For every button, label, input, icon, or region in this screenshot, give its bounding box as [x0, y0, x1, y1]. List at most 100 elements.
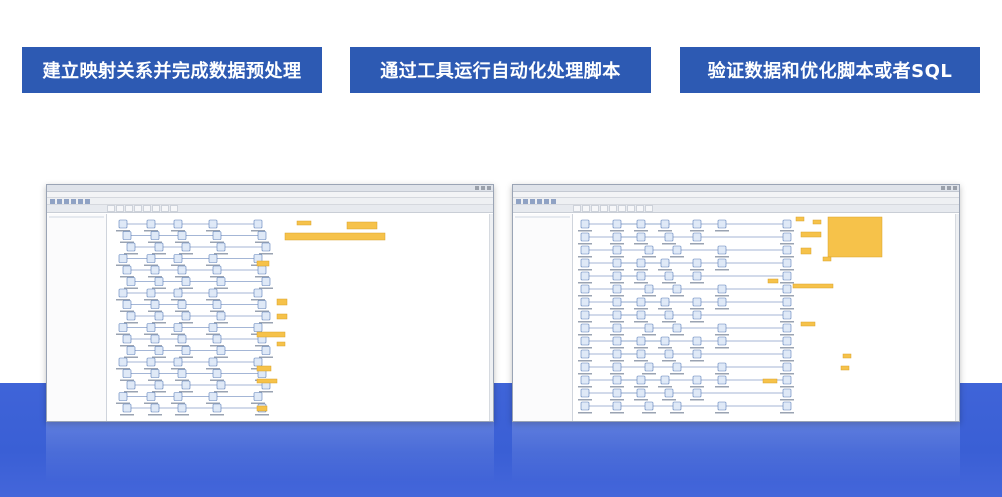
transform-step-icon — [181, 277, 191, 286]
step-caption — [662, 360, 676, 362]
transform-step-icon — [177, 300, 187, 309]
transform-step-icon — [717, 297, 727, 307]
step-caption — [642, 373, 656, 375]
annotation-note — [276, 341, 286, 347]
toolbar — [513, 198, 959, 205]
step-caption — [642, 334, 656, 336]
step-caption — [634, 243, 648, 245]
step-caption — [662, 321, 676, 323]
transform-step-icon — [253, 219, 263, 229]
step-caption — [780, 386, 794, 388]
step-caption — [780, 256, 794, 258]
transform-step-icon — [177, 403, 187, 413]
transform-step-icon — [150, 265, 160, 275]
transform-step-icon — [122, 300, 132, 309]
step-caption — [690, 230, 704, 232]
transform-step-icon — [253, 288, 263, 298]
transform-step-icon — [154, 380, 164, 390]
step-caption — [578, 399, 592, 401]
transform-step-icon — [692, 219, 702, 229]
transform-step-icon — [208, 357, 218, 367]
transform-step-icon — [782, 310, 792, 320]
step-caption — [715, 269, 729, 271]
transform-step-icon — [216, 242, 226, 252]
annotation-note — [346, 221, 378, 230]
step-caption — [662, 282, 676, 284]
annotation-note — [827, 216, 883, 258]
transform-step-icon — [692, 388, 702, 398]
transform-step-icon — [636, 258, 646, 268]
step-caption — [780, 282, 794, 284]
transform-step-icon — [580, 271, 590, 281]
step-caption — [780, 360, 794, 362]
transform-step-icon — [208, 254, 218, 263]
transform-step-icon — [580, 284, 590, 294]
transform-step-icon — [146, 254, 156, 263]
transform-step-icon — [660, 219, 670, 229]
annotation-note — [276, 313, 288, 320]
step-caption — [634, 282, 648, 284]
step-caption — [610, 360, 624, 362]
transform-step-icon — [122, 231, 132, 240]
transform-step-icon — [253, 323, 263, 332]
transform-step-icon — [253, 392, 263, 401]
transform-step-icon — [150, 231, 160, 240]
step-caption — [670, 295, 684, 297]
transform-step-icon — [612, 232, 622, 242]
transform-step-icon — [208, 219, 218, 229]
transform-step-icon — [118, 323, 128, 332]
annotation-note — [792, 283, 834, 289]
transform-step-icon — [672, 284, 682, 294]
transform-step-icon — [212, 403, 222, 413]
transform-step-icon — [636, 271, 646, 281]
step-caption — [780, 399, 794, 401]
transform-step-icon — [126, 242, 136, 252]
step-caption — [715, 386, 729, 388]
transform-step-icon — [636, 349, 646, 359]
transform-step-icon — [692, 349, 702, 359]
transform-step-icon — [126, 346, 136, 355]
transform-step-icon — [782, 336, 792, 346]
transform-step-icon — [216, 277, 226, 286]
step-caption — [120, 414, 134, 416]
annotation-note — [842, 353, 852, 359]
transform-step-icon — [122, 265, 132, 275]
transform-step-icon — [717, 336, 727, 346]
transform-step-icon — [154, 242, 164, 252]
transform-step-icon — [181, 346, 191, 355]
transform-step-icon — [692, 336, 702, 346]
step-caption — [715, 334, 729, 336]
transform-step-icon — [612, 245, 622, 255]
transform-step-icon — [717, 284, 727, 294]
transform-step-icon — [580, 310, 590, 320]
transform-step-icon — [717, 401, 727, 411]
step-caption — [662, 399, 676, 401]
step-caption — [715, 295, 729, 297]
transform-step-icon — [672, 245, 682, 255]
transform-step-icon — [636, 297, 646, 307]
transform-step-icon — [146, 288, 156, 298]
step-caption — [715, 412, 729, 414]
step-caption — [670, 334, 684, 336]
transform-step-icon — [660, 336, 670, 346]
transform-step-icon — [636, 388, 646, 398]
step-caption — [715, 373, 729, 375]
annotation-note — [800, 247, 812, 255]
transform-step-icon — [181, 311, 191, 321]
step-caption — [658, 347, 672, 349]
step-caption — [634, 230, 648, 232]
transform-step-icon — [150, 334, 160, 344]
annotation-note — [256, 331, 286, 338]
transform-step-icon — [612, 258, 622, 268]
transform-step-icon — [612, 336, 622, 346]
transform-step-icon — [692, 232, 702, 242]
transform-step-icon — [580, 245, 590, 255]
transform-step-icon — [580, 297, 590, 307]
annotation-note — [276, 298, 288, 306]
step-caption — [780, 321, 794, 323]
step-caption — [578, 334, 592, 336]
step-caption — [578, 282, 592, 284]
step-caption — [634, 399, 648, 401]
transform-step-icon — [261, 311, 271, 321]
step-caption — [578, 308, 592, 310]
